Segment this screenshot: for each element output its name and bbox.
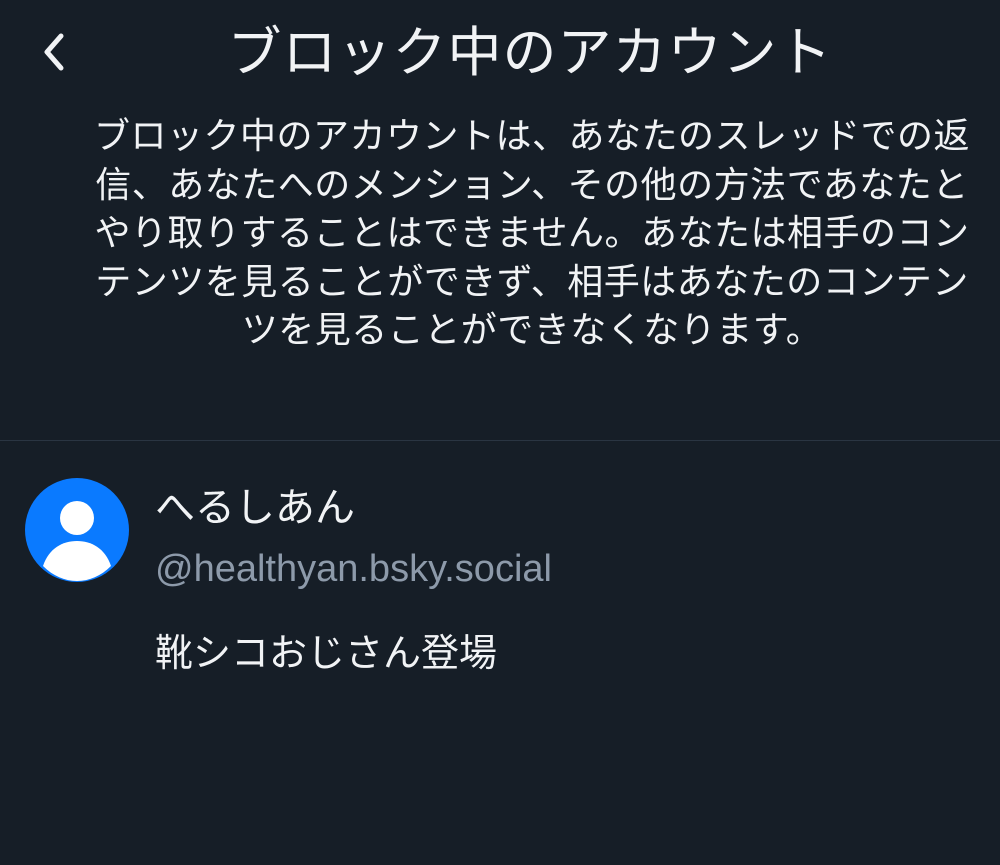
avatar[interactable]: [25, 478, 129, 582]
account-bio: 靴シコおじさん登場: [155, 631, 498, 675]
page-title: ブロック中のアカウント: [227, 21, 833, 84]
display-name: へるしあん: [155, 485, 355, 531]
back-button[interactable]: [28, 22, 80, 82]
blocked-accounts-description: ブロック中のアカウントは、あなたのスレッドでの返信、あなたへのメンション、その他…: [93, 116, 970, 351]
account-handle: @healthyan.bsky.social: [155, 548, 552, 590]
default-user-avatar-icon: [43, 501, 111, 581]
chevron-left-icon: [44, 33, 64, 71]
blocked-account-row[interactable]: へるしあん @healthyan.bsky.social 靴シコおじさん登場: [0, 441, 1000, 701]
header: ブロック中のアカウント: [0, 0, 1000, 108]
